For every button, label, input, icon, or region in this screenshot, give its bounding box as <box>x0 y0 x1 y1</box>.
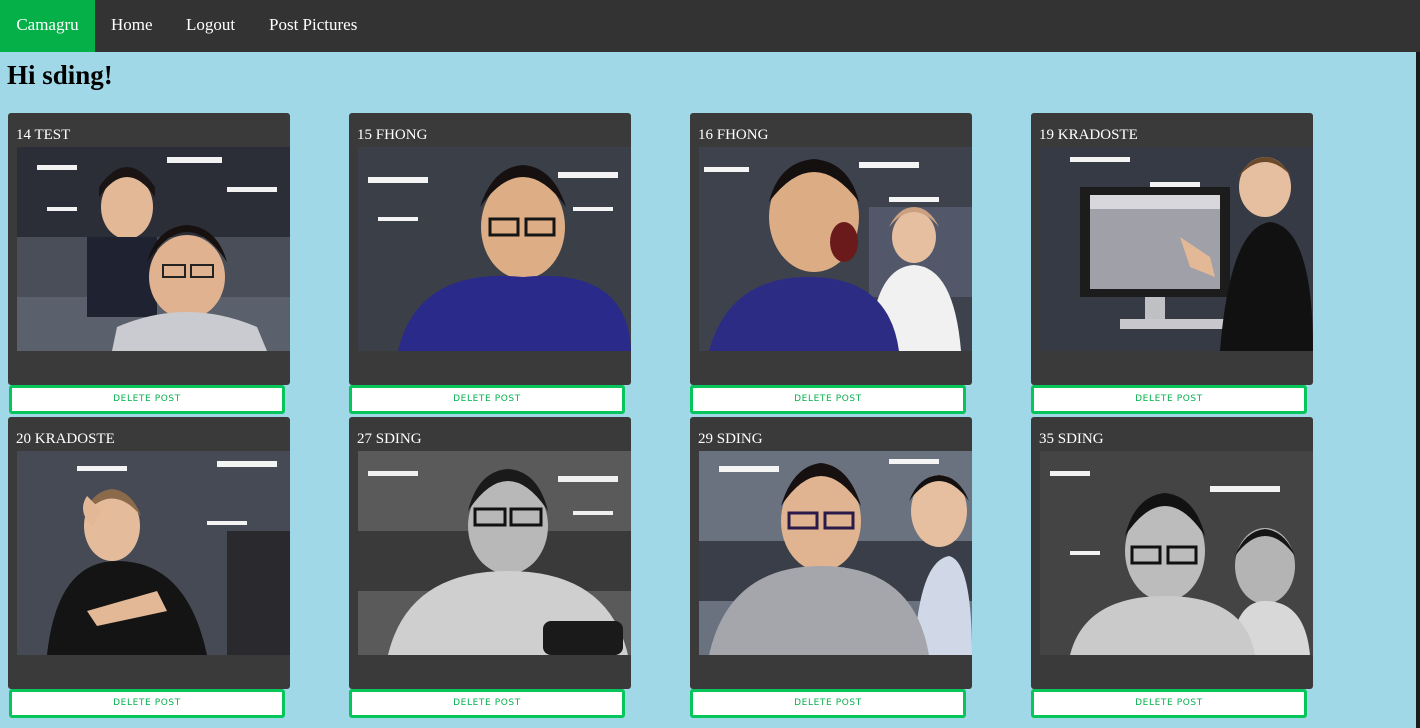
delete-post-button[interactable]: DELETE POST <box>9 689 285 718</box>
delete-post-button[interactable]: DELETE POST <box>349 689 625 718</box>
brand-link[interactable]: Camagru <box>0 0 95 52</box>
post-title: 14 test <box>16 127 71 143</box>
post-card: 35 sding <box>1031 417 1313 689</box>
delete-post-button[interactable]: DELETE POST <box>690 689 966 718</box>
delete-post-button[interactable]: DELETE POST <box>9 385 285 414</box>
post-photo <box>358 451 631 655</box>
post-card: 20 kradoste <box>8 417 290 689</box>
post-photo <box>17 147 290 351</box>
post-photo <box>17 451 290 655</box>
top-navbar: Camagru Home Logout Post Pictures <box>0 0 1420 52</box>
delete-post-button[interactable]: DELETE POST <box>690 385 966 414</box>
nav-logout-link[interactable]: Logout <box>171 0 250 52</box>
nav-post-pictures-link[interactable]: Post Pictures <box>254 0 372 52</box>
post-card: 19 kradoste <box>1031 113 1313 385</box>
post-card: 15 fhong <box>349 113 631 385</box>
post-card: 27 sding <box>349 417 631 689</box>
page-edge <box>1416 52 1420 728</box>
post-title: 15 fhong <box>357 127 428 143</box>
post-card: 16 fhong <box>690 113 972 385</box>
post-photo <box>358 147 631 351</box>
delete-post-button[interactable]: DELETE POST <box>1031 385 1307 414</box>
post-title: 35 sding <box>1039 431 1104 447</box>
delete-post-button[interactable]: DELETE POST <box>349 385 625 414</box>
page-greeting: Hi sding! <box>7 60 113 90</box>
delete-post-button[interactable]: DELETE POST <box>1031 689 1307 718</box>
nav-home-link[interactable]: Home <box>96 0 168 52</box>
post-card: 14 test <box>8 113 290 385</box>
post-photo <box>699 147 972 351</box>
post-card: 29 sding <box>690 417 972 689</box>
post-title: 20 kradoste <box>16 431 115 447</box>
post-photo <box>699 451 972 655</box>
post-title: 16 fhong <box>698 127 769 143</box>
post-title: 29 sding <box>698 431 763 447</box>
post-title: 19 kradoste <box>1039 127 1138 143</box>
post-photo <box>1040 147 1313 351</box>
post-title: 27 sding <box>357 431 422 447</box>
post-photo <box>1040 451 1313 655</box>
